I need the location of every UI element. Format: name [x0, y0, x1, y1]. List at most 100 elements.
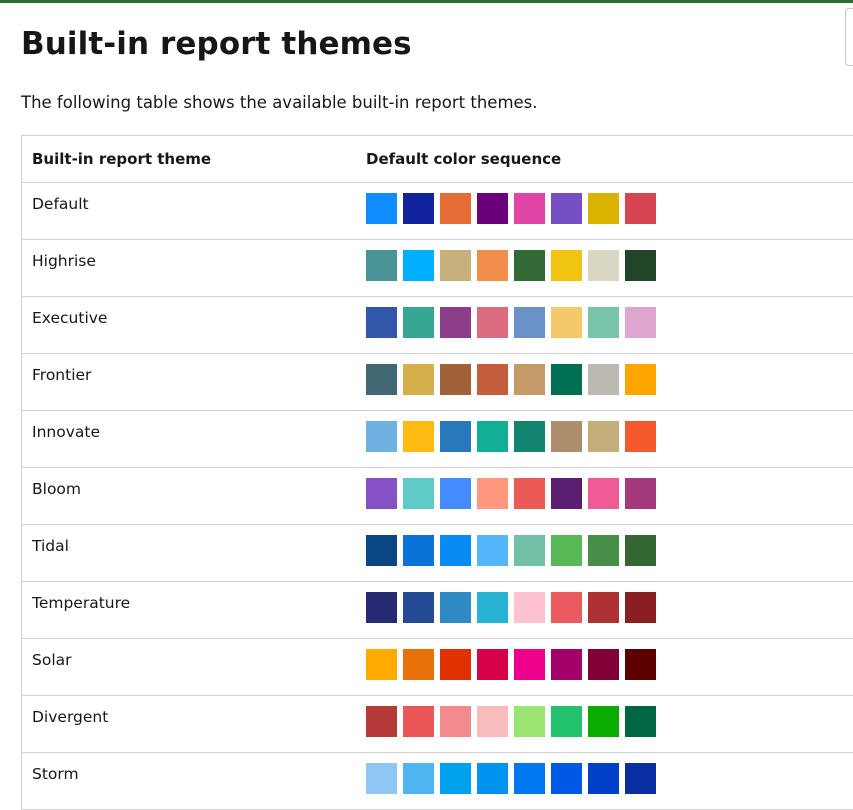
color-swatch [440, 250, 471, 281]
theme-name: Frontier [32, 366, 92, 384]
color-swatch [551, 307, 582, 338]
color-swatch [588, 307, 619, 338]
color-swatch [625, 250, 656, 281]
color-swatch [440, 193, 471, 224]
table-row: Temperature [22, 582, 853, 639]
themes-table: Built-in report theme Default color sequ… [21, 135, 853, 810]
color-swatch [403, 649, 434, 680]
color-swatch [403, 250, 434, 281]
color-swatch [440, 706, 471, 737]
color-swatch [477, 535, 508, 566]
color-swatch [366, 193, 397, 224]
column-header-theme: Built-in report theme [32, 150, 212, 168]
intro-paragraph: The following table shows the available … [21, 93, 538, 112]
theme-name: Innovate [32, 423, 100, 441]
color-swatch [440, 649, 471, 680]
color-swatch [403, 706, 434, 737]
color-swatch [551, 250, 582, 281]
color-swatch [477, 592, 508, 623]
color-swatch [588, 649, 619, 680]
theme-name: Highrise [32, 252, 96, 270]
color-swatch [588, 193, 619, 224]
color-swatch [588, 364, 619, 395]
color-swatch [588, 763, 619, 794]
color-swatch [625, 535, 656, 566]
color-swatch [514, 649, 545, 680]
color-swatch [588, 535, 619, 566]
color-swatch [403, 421, 434, 452]
color-swatch [588, 421, 619, 452]
color-swatch [625, 364, 656, 395]
color-swatch [514, 250, 545, 281]
color-swatch [477, 706, 508, 737]
color-swatch [440, 478, 471, 509]
table-body: Default Highrise Executive Frontier Innovate… [22, 183, 853, 810]
color-swatch [625, 763, 656, 794]
color-swatch [514, 364, 545, 395]
table-row: Innovate [22, 411, 853, 468]
color-swatch [551, 535, 582, 566]
color-swatch [551, 706, 582, 737]
color-swatch [477, 364, 508, 395]
theme-name: Executive [32, 309, 108, 327]
color-sequence [366, 592, 656, 623]
color-swatch [403, 478, 434, 509]
color-swatch [403, 193, 434, 224]
side-panel-edge[interactable] [845, 8, 853, 66]
color-sequence [366, 706, 656, 737]
color-swatch [588, 592, 619, 623]
color-swatch [551, 592, 582, 623]
color-swatch [551, 763, 582, 794]
color-swatch [366, 421, 397, 452]
table-header-row: Built-in report theme Default color sequ… [22, 135, 853, 183]
color-sequence [366, 535, 656, 566]
theme-name: Tidal [32, 537, 69, 555]
color-swatch [551, 193, 582, 224]
color-swatch [514, 706, 545, 737]
color-swatch [477, 421, 508, 452]
color-sequence [366, 763, 656, 794]
theme-name: Solar [32, 651, 72, 669]
color-swatch [588, 478, 619, 509]
top-accent-bar [0, 0, 853, 3]
color-sequence [366, 421, 656, 452]
table-row: Tidal [22, 525, 853, 582]
color-swatch [625, 478, 656, 509]
color-swatch [440, 763, 471, 794]
color-sequence [366, 478, 656, 509]
theme-name: Storm [32, 765, 79, 783]
color-sequence [366, 193, 656, 224]
color-swatch [477, 763, 508, 794]
color-swatch [366, 535, 397, 566]
color-sequence [366, 649, 656, 680]
theme-name: Divergent [32, 708, 109, 726]
color-swatch [403, 364, 434, 395]
color-swatch [514, 592, 545, 623]
color-swatch [403, 535, 434, 566]
color-swatch [625, 421, 656, 452]
color-swatch [514, 535, 545, 566]
page-title: Built-in report themes [21, 26, 412, 62]
color-swatch [588, 706, 619, 737]
column-header-color-sequence: Default color sequence [366, 150, 562, 168]
color-swatch [514, 478, 545, 509]
color-sequence [366, 307, 656, 338]
color-swatch [514, 421, 545, 452]
color-swatch [514, 763, 545, 794]
color-swatch [551, 649, 582, 680]
color-swatch [403, 307, 434, 338]
color-swatch [625, 193, 656, 224]
color-swatch [440, 535, 471, 566]
theme-name: Bloom [32, 480, 82, 498]
color-swatch [366, 307, 397, 338]
table-row: Highrise [22, 240, 853, 297]
color-swatch [366, 763, 397, 794]
color-sequence [366, 364, 656, 395]
color-swatch [477, 307, 508, 338]
color-swatch [477, 478, 508, 509]
color-swatch [366, 592, 397, 623]
color-swatch [551, 364, 582, 395]
color-swatch [366, 478, 397, 509]
theme-name: Default [32, 195, 89, 213]
table-row: Storm [22, 753, 853, 810]
